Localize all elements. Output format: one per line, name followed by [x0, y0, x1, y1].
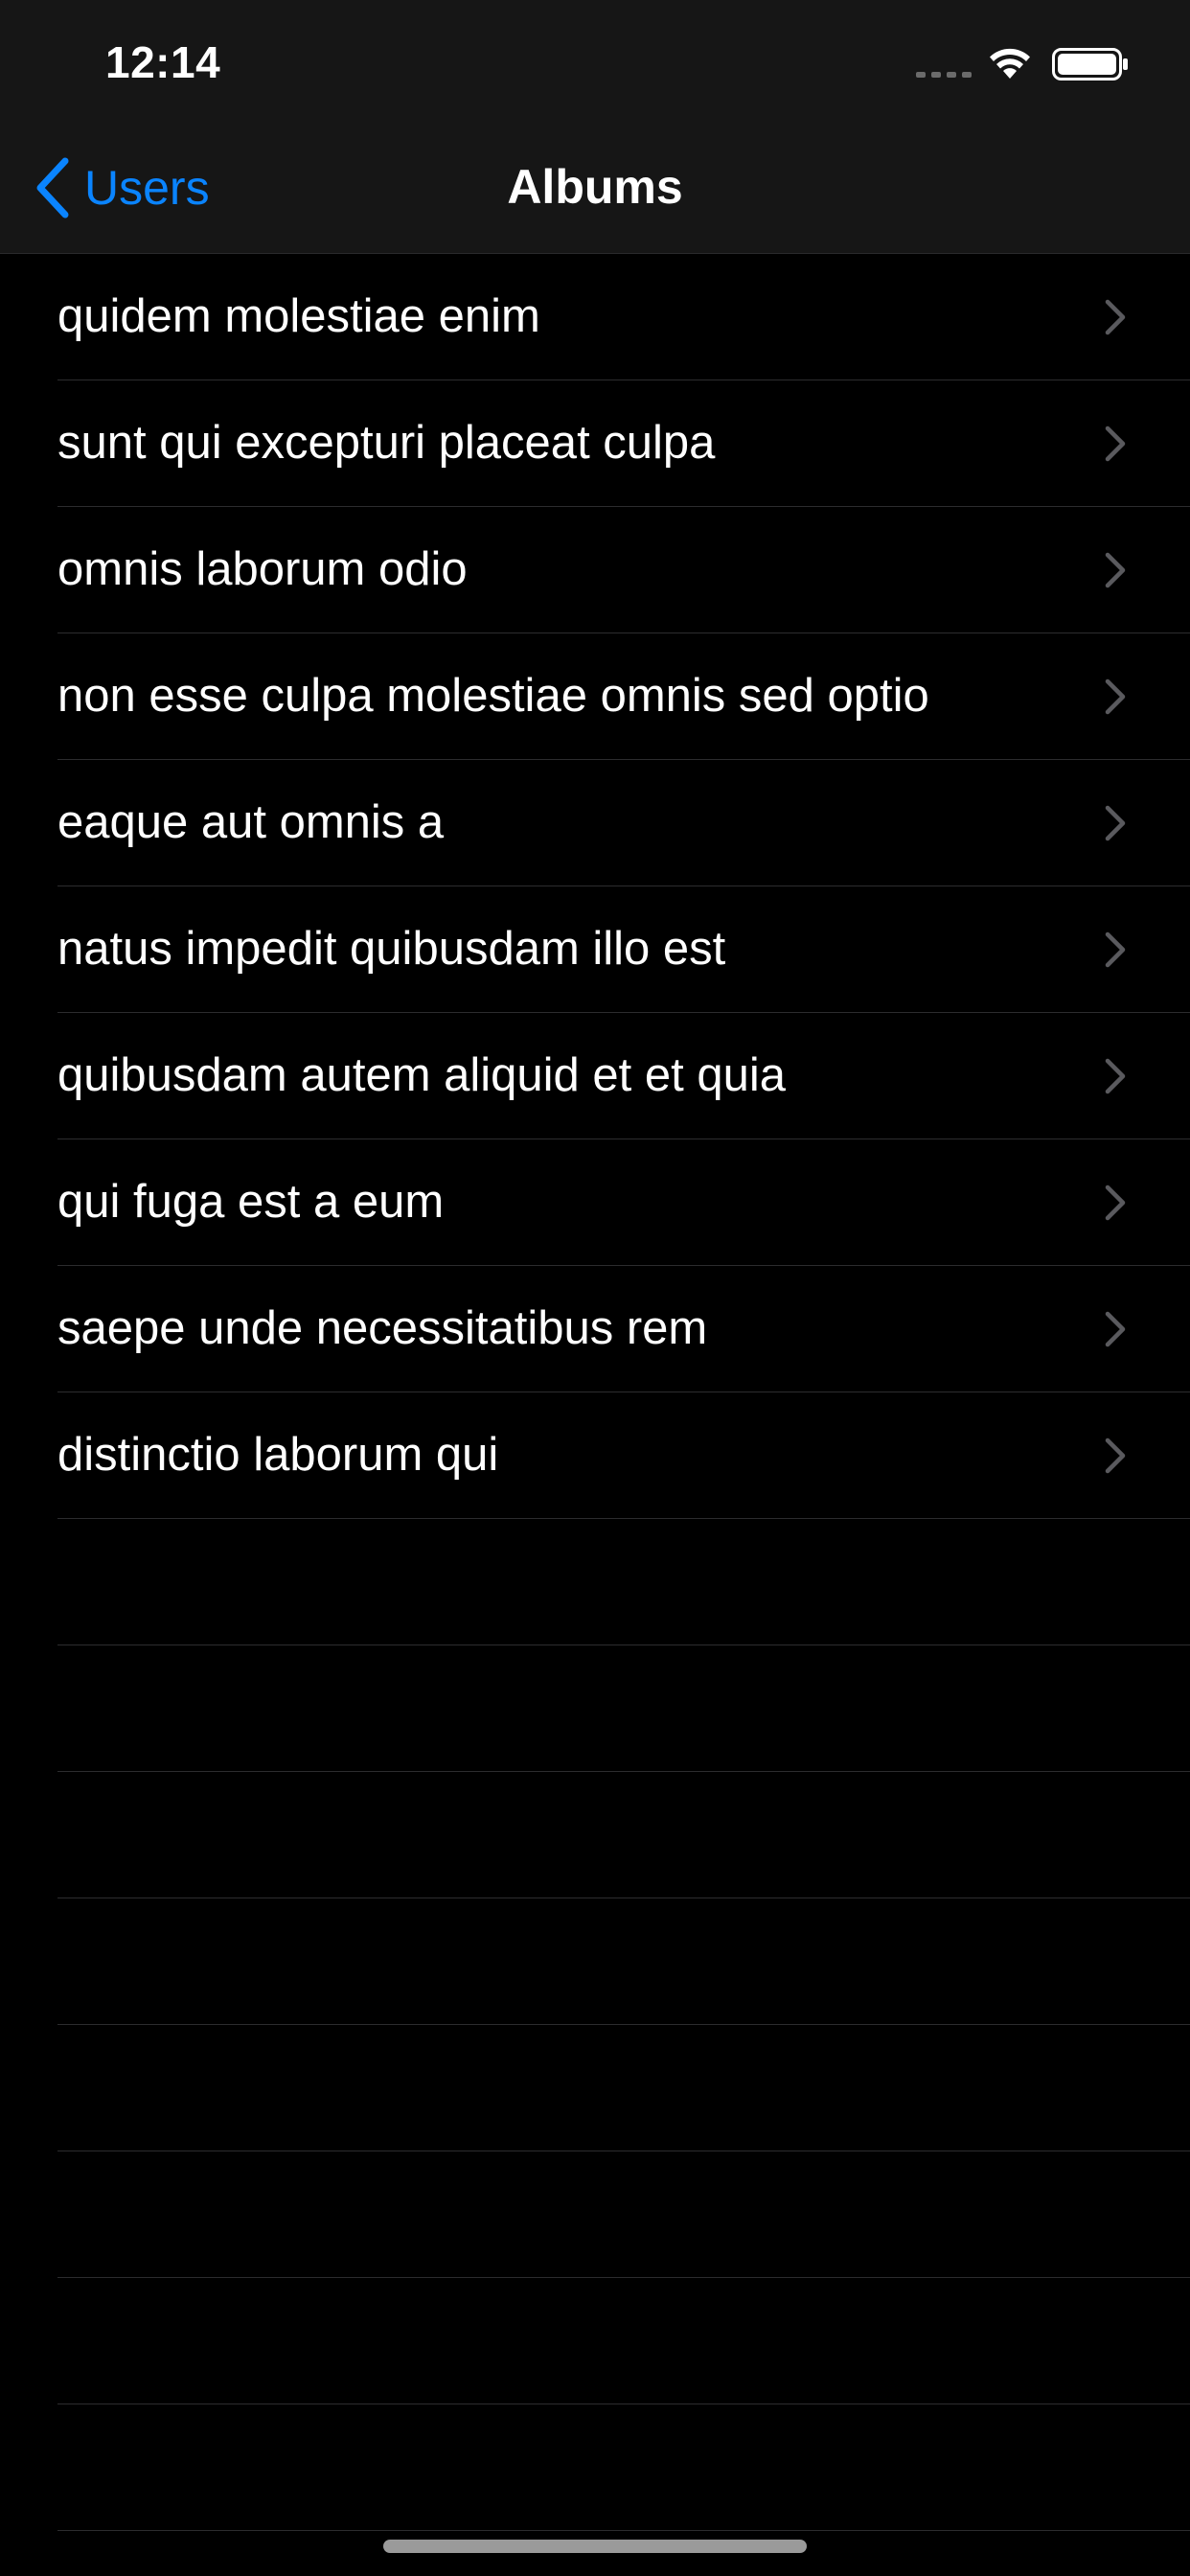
album-row[interactable]: qui fuga est a eum	[0, 1139, 1190, 1266]
empty-list-row	[0, 2278, 1190, 2404]
empty-list-row	[0, 1645, 1190, 1772]
navigation-header: 12:14 Users Albums	[0, 0, 1190, 254]
chevron-right-icon	[1105, 1184, 1126, 1221]
chevron-right-icon	[1105, 805, 1126, 841]
album-row[interactable]: omnis laborum odio	[0, 507, 1190, 633]
album-title: omnis laborum odio	[57, 543, 468, 595]
album-title: distinctio laborum qui	[57, 1429, 499, 1481]
album-row[interactable]: natus impedit quibusdam illo est	[0, 886, 1190, 1013]
chevron-right-icon	[1105, 1058, 1126, 1094]
album-row[interactable]: sunt qui excepturi placeat culpa	[0, 380, 1190, 507]
album-title: quidem molestiae enim	[57, 290, 540, 342]
album-title: sunt qui excepturi placeat culpa	[57, 417, 716, 469]
album-title: quibusdam autem aliquid et et quia	[57, 1049, 787, 1101]
album-row[interactable]: non esse culpa molestiae omnis sed optio	[0, 633, 1190, 760]
battery-icon	[1052, 48, 1128, 80]
album-row[interactable]: distinctio laborum qui	[0, 1392, 1190, 1519]
empty-list-row	[0, 2025, 1190, 2151]
chevron-right-icon	[1105, 426, 1126, 462]
chevron-right-icon	[1105, 299, 1126, 335]
chevron-right-icon	[1105, 678, 1126, 715]
chevron-right-icon	[1105, 1311, 1126, 1347]
album-title: natus impedit quibusdam illo est	[57, 923, 726, 975]
album-title: saepe unde necessitatibus rem	[57, 1302, 708, 1354]
album-row[interactable]: saepe unde necessitatibus rem	[0, 1266, 1190, 1392]
chevron-right-icon	[1105, 932, 1126, 968]
chevron-right-icon	[1105, 1438, 1126, 1474]
albums-list: quidem molestiae enim sunt qui excepturi…	[0, 254, 1190, 2531]
home-indicator[interactable]	[383, 2540, 807, 2553]
chevron-right-icon	[1105, 552, 1126, 588]
empty-list-row	[0, 2151, 1190, 2278]
status-time: 12:14	[105, 37, 221, 87]
album-title: eaque aut omnis a	[57, 796, 445, 848]
album-title: qui fuga est a eum	[57, 1176, 445, 1228]
empty-list-row	[0, 1519, 1190, 1645]
empty-list-row	[0, 2404, 1190, 2531]
empty-list-row	[0, 1772, 1190, 1898]
cellular-signal-icon	[916, 72, 972, 78]
album-row[interactable]: eaque aut omnis a	[0, 760, 1190, 886]
wifi-icon	[990, 48, 1030, 79]
album-row[interactable]: quibusdam autem aliquid et et quia	[0, 1013, 1190, 1139]
album-row[interactable]: quidem molestiae enim	[0, 254, 1190, 380]
page-title: Albums	[507, 160, 683, 214]
empty-list-row	[0, 1898, 1190, 2025]
album-title: non esse culpa molestiae omnis sed optio	[57, 670, 929, 722]
